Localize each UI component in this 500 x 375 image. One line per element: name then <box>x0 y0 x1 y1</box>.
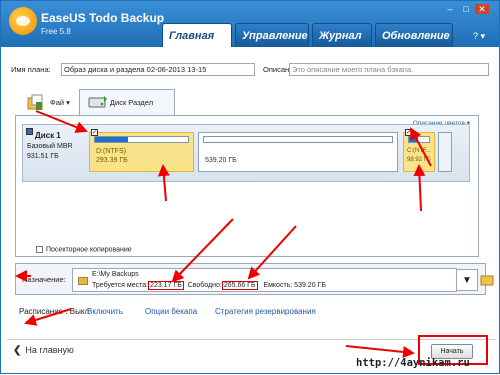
file-folder-icon <box>27 94 43 110</box>
partition-d[interactable]: ✓ D:(NTFS) 293.39 ГБ <box>89 129 194 172</box>
tab-update[interactable]: Обновление <box>375 23 453 47</box>
plan-name-input[interactable]: Образ диска и раздела 02-06-2013 13-15 <box>61 63 255 76</box>
plan-name-label: Имя плана: <box>11 65 51 74</box>
destination-selector[interactable]: E:\My Backups Требуется места: 223.17 ГБ … <box>72 268 457 292</box>
capacity-value: Емкость: 539.20 ГБ <box>263 282 326 289</box>
partition-c-checkbox[interactable]: ✓ <box>405 129 412 136</box>
home-label: На главную <box>25 345 74 355</box>
destination-folder-icon <box>78 277 88 285</box>
source-tabs: Фай ▾ Диск Раздел <box>19 89 175 115</box>
disk-size: 931.51 ГБ <box>27 153 59 160</box>
destination-dropdown-icon[interactable]: ▼ <box>456 269 478 291</box>
destination-label: Назначение: <box>22 275 66 284</box>
backup-strategy-link[interactable]: Стратегия резервирования <box>215 307 316 316</box>
home-button[interactable]: ❮ На главную <box>13 345 74 356</box>
easeus-logo-icon <box>9 7 37 35</box>
partition-d-label: D:(NTFS) 293.39 ГБ <box>96 148 128 164</box>
app-version: Free 5.8 <box>41 27 71 36</box>
tab-disk-partition[interactable]: Диск Раздел <box>78 89 175 115</box>
title-bar: EaseUS Todo Backup Free 5.8 – □ ✕ Главна… <box>1 1 499 47</box>
app-window: EaseUS Todo Backup Free 5.8 – □ ✕ Главна… <box>0 0 500 374</box>
browse-folder-icon[interactable] <box>480 270 494 290</box>
partition-c-label: C:(NTF... 98.92 ГБ <box>407 148 431 163</box>
main-tabs: Главная Управление Журнал Обновление <box>162 23 453 47</box>
description-input[interactable]: Это описание моего плана бэкапа. <box>289 63 489 76</box>
schedule-enable-link[interactable]: Включить <box>87 307 123 316</box>
partition-c-usage-bar <box>408 136 430 143</box>
tab-home[interactable]: Главная <box>162 23 232 47</box>
arrow-start <box>345 345 415 358</box>
sector-copy-label: Посекторное копирование <box>46 246 132 254</box>
app-name: EaseUS Todo Backup <box>41 11 165 25</box>
tab-manage[interactable]: Управление <box>235 23 309 47</box>
partition-d-checkbox[interactable]: ✓ <box>91 129 98 136</box>
disk-name: Диск 1 <box>35 131 61 140</box>
free-space-value: 265.66 ГБ <box>221 281 258 290</box>
partition-unlabeled[interactable]: 539.20 ГБ <box>198 132 398 172</box>
minimize-icon[interactable]: – <box>443 4 457 14</box>
destination-path: E:\My Backups <box>92 271 139 278</box>
tab-log[interactable]: Журнал <box>312 23 372 47</box>
disk-type: Базовый MBR <box>27 143 73 150</box>
sector-copy-option[interactable]: Посекторное копирование <box>36 246 132 253</box>
schedule-status: Расписание : Выкл <box>19 307 90 316</box>
tab-files-label: Фай <box>50 98 65 107</box>
plan-row: Имя плана: Образ диска и раздела 02-06-2… <box>11 63 489 77</box>
disk-icon <box>88 96 107 108</box>
disk-info: Диск 1 Базовый MBR 931.51 ГБ <box>27 131 73 162</box>
sector-copy-checkbox[interactable] <box>36 246 43 253</box>
partition-d-usage-fill <box>95 137 128 142</box>
tab-disk-partition-label: Диск Раздел <box>109 98 154 107</box>
partition-unlabeled-usage-bar <box>203 136 393 143</box>
free-space-label: Свободно: <box>187 282 222 289</box>
required-space-label: Требуется места: <box>92 282 149 289</box>
help-icon[interactable]: ? ▾ <box>473 31 485 42</box>
partition-c[interactable]: ✓ C:(NTF... 98.92 ГБ <box>403 129 435 172</box>
destination-panel: Назначение: E:\My Backups Требуется мест… <box>15 263 494 295</box>
close-icon[interactable]: ✕ <box>475 4 489 14</box>
destination-stats: Требуется места: 223.17 ГБ Свободно: 265.6… <box>92 281 326 290</box>
back-arrow-icon: ❮ <box>13 345 22 356</box>
tab-files[interactable]: Фай ▾ <box>19 89 79 115</box>
required-space-value: 223.17 ГБ <box>148 281 184 290</box>
disk-row[interactable]: Диск 1 Базовый MBR 931.51 ГБ ✓ D:(NTFS) 2… <box>22 124 470 182</box>
partition-small[interactable] <box>438 132 452 172</box>
partition-unlabeled-label: 539.20 ГБ <box>205 157 237 164</box>
watermark: http://4aynikam.ru <box>356 357 470 369</box>
backup-options-link[interactable]: Опции бекапа <box>145 307 197 316</box>
partition-c-usage-fill <box>409 137 418 142</box>
disk-panel: Описание цветов ▾ Диск 1 Базовый MBR 931… <box>15 115 479 257</box>
maximize-icon[interactable]: □ <box>459 4 473 14</box>
partition-d-usage-bar <box>94 136 189 143</box>
